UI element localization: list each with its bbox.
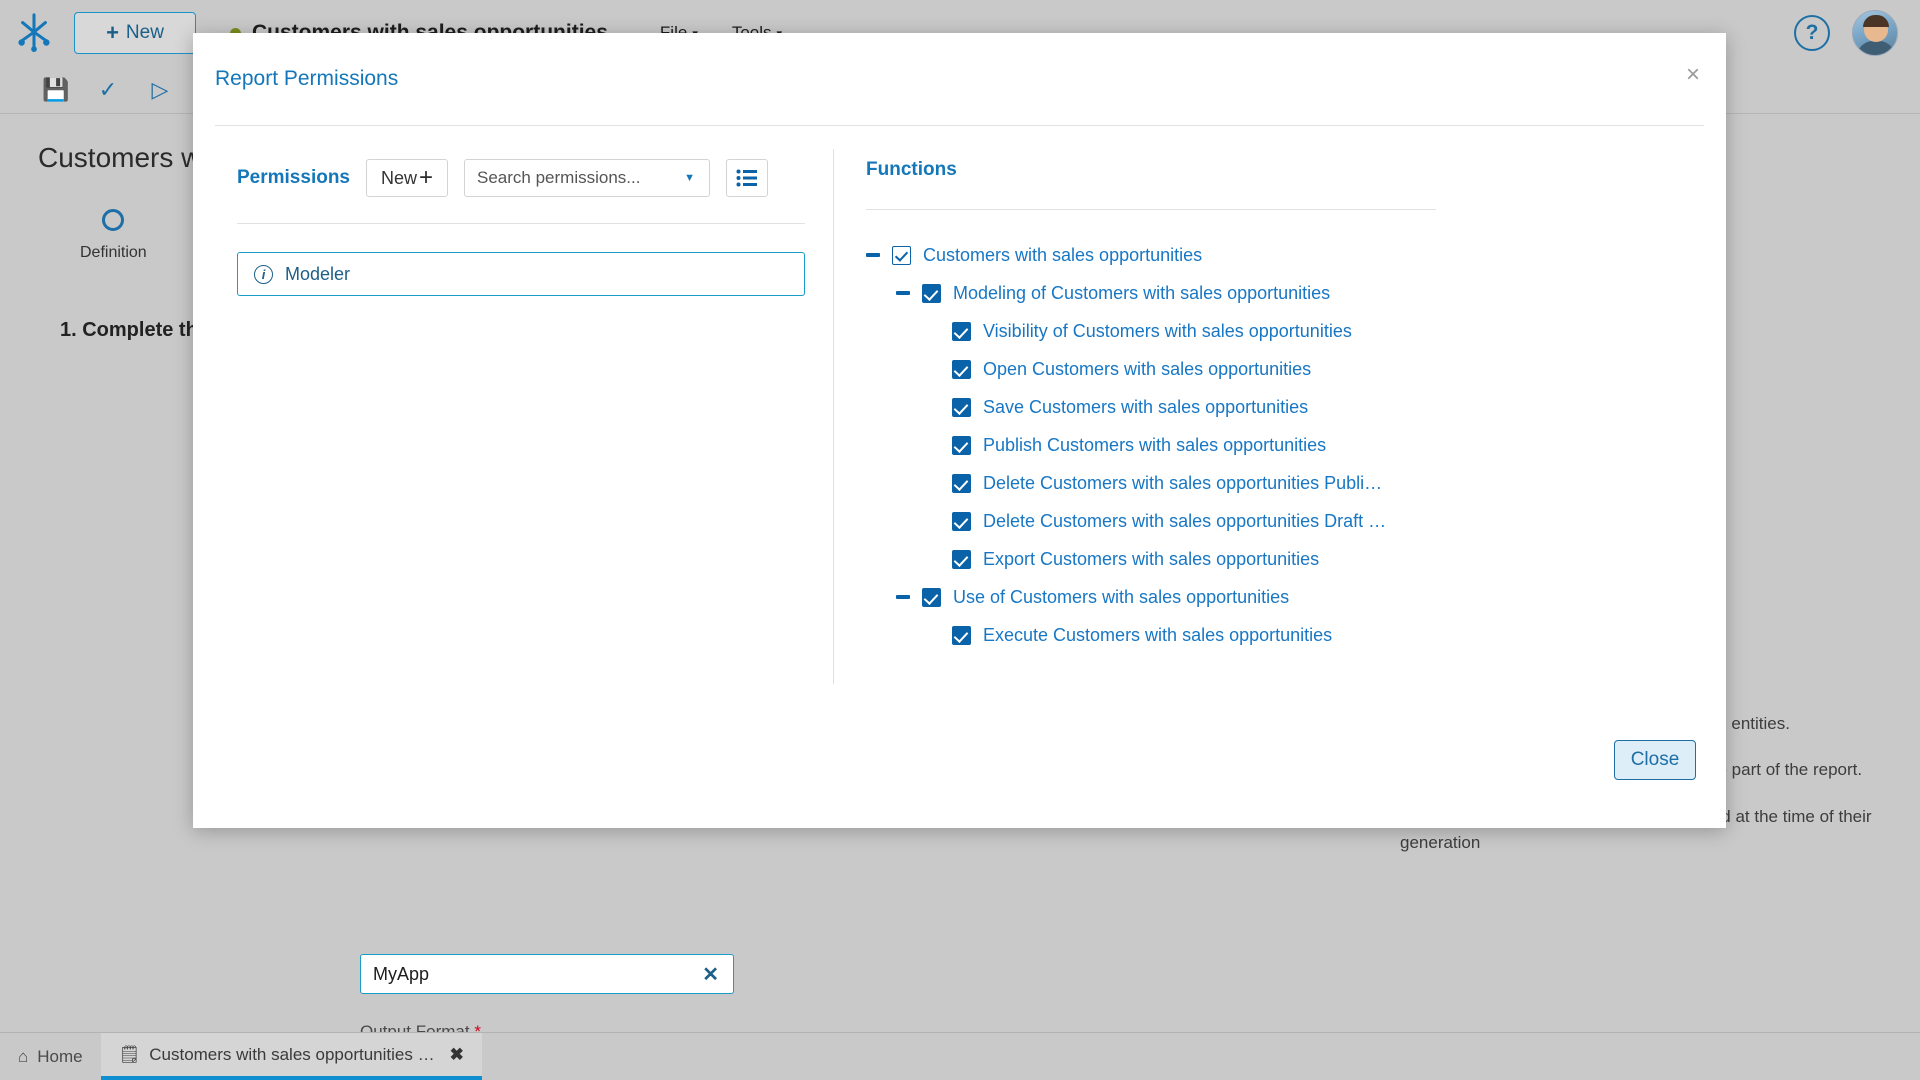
tree-node-label: Use of Customers with sales opportunitie… <box>953 587 1289 608</box>
frog-logo-icon <box>15 13 53 53</box>
screen-root: + New Customers with sales opportunities… <box>0 0 1920 1080</box>
collapse-minus-icon[interactable] <box>896 595 910 599</box>
permissions-toolbar: Permissions New + Search permissions... … <box>237 159 805 197</box>
new-permission-button[interactable]: New + <box>366 159 448 197</box>
avatar[interactable] <box>1852 10 1898 56</box>
tree-node-label: Customers with sales opportunities <box>923 245 1202 266</box>
search-permissions-placeholder: Search permissions... <box>477 168 640 188</box>
functions-title: Functions <box>866 159 1686 181</box>
info-icon: i <box>254 265 273 284</box>
tree-node-label: Visibility of Customers with sales oppor… <box>983 321 1352 342</box>
tree-node-checkbox[interactable] <box>952 474 971 493</box>
taskbar-tab-label: Customers with sales opportunities … <box>149 1045 434 1065</box>
tree-node-label: Export Customers with sales opportunitie… <box>983 549 1319 570</box>
avatar-body <box>1857 41 1895 56</box>
tree-node-checkbox[interactable] <box>922 284 941 303</box>
tree-node-checkbox[interactable] <box>952 512 971 531</box>
tree-node-checkbox[interactable] <box>952 550 971 569</box>
report-icon: 🗒 <box>119 1045 141 1065</box>
chevron-down-icon: ▼ <box>684 172 695 184</box>
dialog-footer: Close <box>193 708 1726 828</box>
tree-node-checkbox[interactable] <box>892 246 911 265</box>
tree-node-label: Save Customers with sales opportunities <box>983 397 1308 418</box>
tree-node-checkbox[interactable] <box>952 436 971 455</box>
tree-node-label: Open Customers with sales opportunities <box>983 359 1311 380</box>
close-button[interactable]: Close <box>1614 740 1696 780</box>
tree-node-checkbox[interactable] <box>952 322 971 341</box>
list-icon <box>736 169 758 187</box>
help-icon[interactable]: ? <box>1794 15 1830 51</box>
taskbar-home[interactable]: ⌂ Home <box>0 1033 101 1080</box>
dialog-close-icon[interactable]: × <box>1686 63 1700 87</box>
functions-divider <box>866 209 1436 210</box>
dialog-header-divider <box>215 125 1704 126</box>
tree-node-checkbox[interactable] <box>952 398 971 417</box>
new-permission-label: New <box>381 168 417 189</box>
app-logo[interactable] <box>0 0 68 66</box>
functions-pane: Functions Customers with sales opportuni… <box>834 131 1726 708</box>
tree-node-checkbox[interactable] <box>922 588 941 607</box>
permissions-divider <box>237 223 805 224</box>
permissions-pane: Permissions New + Search permissions... … <box>193 131 833 708</box>
tree-node[interactable]: Delete Customers with sales opportunitie… <box>866 464 1686 502</box>
tree-node-checkbox[interactable] <box>952 360 971 379</box>
tree-node[interactable]: Visibility of Customers with sales oppor… <box>866 312 1686 350</box>
permission-item-label: Modeler <box>285 264 350 285</box>
dialog-header: Report Permissions × <box>193 33 1726 95</box>
tree-node[interactable]: Export Customers with sales opportunitie… <box>866 540 1686 578</box>
app-name-input[interactable]: MyApp ✕ <box>360 954 734 994</box>
tree-node[interactable]: Save Customers with sales opportunities <box>866 388 1686 426</box>
page-title: Customers w <box>38 142 201 174</box>
tree-node[interactable]: Use of Customers with sales opportunitie… <box>866 578 1686 616</box>
check-icon[interactable]: ✓ <box>82 70 134 110</box>
help-label: ? <box>1806 21 1819 45</box>
tree-node-label: Publish Customers with sales opportuniti… <box>983 435 1326 456</box>
dialog-body: Permissions New + Search permissions... … <box>193 131 1726 708</box>
tree-node-label: Delete Customers with sales opportunitie… <box>983 473 1382 494</box>
permissions-label: Permissions <box>237 167 350 189</box>
report-permissions-dialog: Report Permissions × Permissions New + S… <box>193 33 1726 828</box>
clear-icon[interactable]: ✕ <box>702 962 719 987</box>
new-button[interactable]: + New <box>74 12 196 54</box>
taskbar: ⌂ Home 🗒 Customers with sales opportunit… <box>0 1032 1920 1080</box>
functions-tree: Customers with sales opportunities Modeli… <box>866 236 1686 654</box>
save-icon[interactable]: 💾 <box>30 70 82 110</box>
permission-item-modeler[interactable]: i Modeler <box>237 252 805 296</box>
home-label: Home <box>37 1047 82 1067</box>
collapse-minus-icon[interactable] <box>896 291 910 295</box>
list-view-button[interactable] <box>726 159 768 197</box>
tree-node-label: Modeling of Customers with sales opportu… <box>953 283 1330 304</box>
collapse-minus-icon[interactable] <box>866 253 880 257</box>
new-button-label: New <box>126 22 164 44</box>
tree-node[interactable]: Delete Customers with sales opportunitie… <box>866 502 1686 540</box>
step-circle-icon[interactable] <box>102 209 124 231</box>
tree-node-label: Delete Customers with sales opportunitie… <box>983 511 1386 532</box>
tree-node[interactable]: Execute Customers with sales opportuniti… <box>866 616 1686 654</box>
home-icon: ⌂ <box>18 1047 28 1067</box>
wizard-stepper: Definition <box>80 209 147 262</box>
avatar-hair <box>1863 15 1889 27</box>
taskbar-tab-report[interactable]: 🗒 Customers with sales opportunities … ✖ <box>101 1033 482 1080</box>
run-icon[interactable]: ▷ <box>134 70 186 110</box>
top-bar-right: ? <box>1794 10 1920 56</box>
tree-node[interactable]: Publish Customers with sales opportuniti… <box>866 426 1686 464</box>
tree-node-label: Execute Customers with sales opportuniti… <box>983 625 1332 646</box>
section-title: 1. Complete th <box>60 319 198 342</box>
tree-node[interactable]: Open Customers with sales opportunities <box>866 350 1686 388</box>
dialog-title: Report Permissions <box>215 67 398 91</box>
tree-node[interactable]: Customers with sales opportunities <box>866 236 1686 274</box>
plus-icon: + <box>419 166 433 190</box>
close-icon[interactable]: ✖ <box>450 1045 464 1065</box>
app-name-value: MyApp <box>373 964 429 985</box>
tree-node-checkbox[interactable] <box>952 626 971 645</box>
search-permissions-select[interactable]: Search permissions... ▼ <box>464 159 710 197</box>
step-label: Definition <box>80 244 147 262</box>
plus-icon: + <box>106 20 119 46</box>
tree-node[interactable]: Modeling of Customers with sales opportu… <box>866 274 1686 312</box>
